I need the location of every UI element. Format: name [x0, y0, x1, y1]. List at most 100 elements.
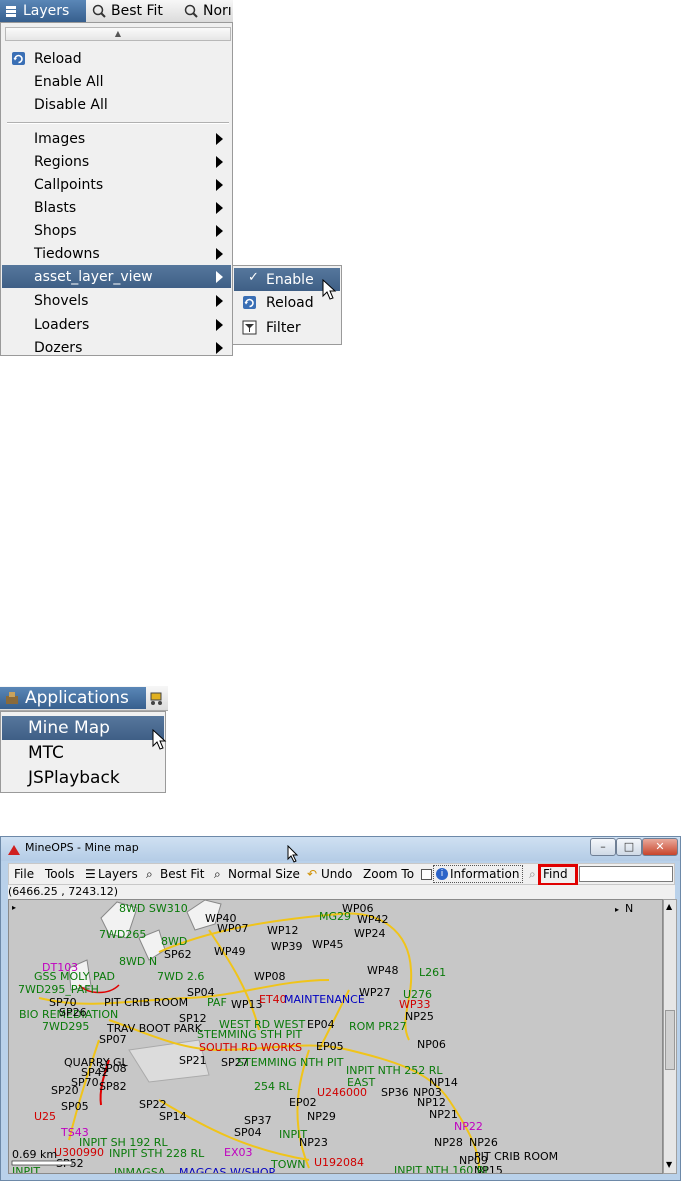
- map-label[interactable]: ET40: [259, 993, 287, 1006]
- map-vertical-scrollbar[interactable]: ▲ ▼: [663, 899, 677, 1174]
- map-label[interactable]: WP39: [271, 940, 303, 953]
- map-label[interactable]: EP04: [307, 1018, 335, 1031]
- window-titlebar[interactable]: MineOPS - Mine map – □ ✕: [1, 837, 680, 861]
- map-label[interactable]: 8WD: [161, 935, 187, 948]
- menu-item-mtc[interactable]: MTC: [2, 741, 164, 765]
- submenu-item-filter[interactable]: Filter: [234, 316, 340, 339]
- normal-size-button[interactable]: Norı: [180, 0, 236, 22]
- menu-item-shops[interactable]: Shops: [2, 219, 231, 242]
- close-button[interactable]: ✕: [642, 838, 678, 856]
- map-label[interactable]: STEMMING STH PIT: [197, 1028, 302, 1041]
- information-checkbox[interactable]: [421, 869, 432, 880]
- map-label[interactable]: NP26: [469, 1136, 498, 1149]
- undo-button[interactable]: Undo: [321, 867, 352, 881]
- map-label[interactable]: WP07: [217, 922, 249, 935]
- best-fit-button[interactable]: Best Fit: [88, 0, 167, 22]
- map-label[interactable]: GSS MOLY PAD: [34, 970, 115, 983]
- menu-item-enable-all[interactable]: Enable All: [2, 70, 231, 93]
- menu-item-dozers[interactable]: Dozers: [2, 336, 231, 359]
- dozer-icon[interactable]: [148, 690, 166, 710]
- map-label[interactable]: WP08: [254, 970, 286, 983]
- map-label[interactable]: NP28: [434, 1136, 463, 1149]
- best-fit-button[interactable]: Best Fit: [160, 867, 204, 881]
- map-label[interactable]: MAINTENANCE: [284, 993, 365, 1006]
- map-label[interactable]: 8WD N: [119, 955, 157, 968]
- map-label[interactable]: 254 RL: [254, 1080, 293, 1093]
- map-label[interactable]: WP42: [357, 913, 389, 926]
- menu-item-disable-all[interactable]: Disable All: [2, 93, 231, 116]
- map-label[interactable]: 7WD265: [99, 928, 146, 941]
- map-label[interactable]: SP36: [381, 1086, 409, 1099]
- menu-item-images[interactable]: Images: [2, 127, 231, 150]
- scrollbar-thumb[interactable]: [665, 1010, 675, 1070]
- map-label[interactable]: SP04: [234, 1126, 262, 1139]
- map-label[interactable]: EX03: [224, 1146, 252, 1159]
- map-label[interactable]: PAF: [207, 996, 227, 1009]
- map-label[interactable]: INPIT NTH 160 RL: [394, 1164, 491, 1174]
- map-label[interactable]: SP14: [159, 1110, 187, 1123]
- menu-item-blasts[interactable]: Blasts: [2, 196, 231, 219]
- map-label[interactable]: SOUTH RD WORKS: [199, 1041, 302, 1054]
- map-label[interactable]: INPIT STH 228 RL: [109, 1147, 205, 1160]
- find-input[interactable]: [579, 866, 673, 882]
- map-label[interactable]: 8WD SW310: [119, 902, 188, 915]
- menu-item-shovels[interactable]: Shovels: [2, 289, 231, 312]
- zoom-to-button[interactable]: Zoom To: [363, 867, 414, 881]
- menu-scroll-up-arrow[interactable]: ▲: [5, 27, 231, 41]
- map-label[interactable]: U25: [34, 1110, 56, 1123]
- mine-map-canvas[interactable]: 8WD SW310 WP40 WP07 WP12 MG29 WP06 WP42 7WD265 8…: [8, 899, 663, 1174]
- scroll-up-arrow[interactable]: ▲: [666, 902, 672, 911]
- menu-tools[interactable]: Tools: [45, 867, 75, 881]
- map-label[interactable]: 7WD295: [42, 1020, 89, 1033]
- menu-item-loaders[interactable]: Loaders: [2, 313, 231, 336]
- menu-item-asset-layer-view[interactable]: asset_layer_view: [2, 265, 231, 288]
- map-label[interactable]: SP62: [164, 948, 192, 961]
- map-label[interactable]: NP06: [417, 1038, 446, 1051]
- map-label[interactable]: U192084: [314, 1156, 364, 1169]
- map-label[interactable]: WP13: [231, 998, 263, 1011]
- menu-layers[interactable]: Layers: [98, 867, 138, 881]
- menu-item-jsplayback[interactable]: JSPlayback: [2, 766, 164, 790]
- map-label[interactable]: NP22: [454, 1120, 483, 1133]
- map-label[interactable]: SP20: [51, 1084, 79, 1097]
- map-label[interactable]: INPIT: [279, 1128, 307, 1141]
- menu-item-callpoints[interactable]: Callpoints: [2, 173, 231, 196]
- map-label[interactable]: EP05: [316, 1040, 344, 1053]
- map-label[interactable]: NP14: [429, 1076, 458, 1089]
- maximize-button[interactable]: □: [616, 838, 642, 856]
- map-label[interactable]: INPIT: [12, 1165, 40, 1174]
- map-label[interactable]: SP05: [61, 1100, 89, 1113]
- normal-size-button[interactable]: Normal Size: [228, 867, 300, 881]
- map-label[interactable]: WP48: [367, 964, 399, 977]
- menu-item-reload[interactable]: Reload: [2, 47, 231, 70]
- menu-file[interactable]: File: [14, 867, 34, 881]
- map-label[interactable]: MAGCAS W/SHOP: [179, 1166, 276, 1174]
- menu-item-tiedowns[interactable]: Tiedowns: [2, 242, 231, 265]
- map-label[interactable]: WP49: [214, 945, 246, 958]
- menu-item-regions[interactable]: Regions: [2, 150, 231, 173]
- map-label[interactable]: U246000: [317, 1086, 367, 1099]
- minimize-button[interactable]: –: [590, 838, 616, 856]
- map-label[interactable]: L261: [419, 966, 446, 979]
- map-label[interactable]: SP26: [59, 1006, 87, 1019]
- map-label[interactable]: ROM PR27: [349, 1020, 407, 1033]
- map-label[interactable]: WP27: [359, 986, 391, 999]
- map-label[interactable]: SP21: [179, 1054, 207, 1067]
- map-label[interactable]: NP25: [405, 1010, 434, 1023]
- applications-button[interactable]: Applications: [0, 687, 146, 709]
- scroll-down-arrow[interactable]: ▼: [666, 1160, 672, 1169]
- map-label[interactable]: TOWN: [270, 1158, 305, 1171]
- map-label[interactable]: INMAGSA: [114, 1166, 166, 1174]
- map-label[interactable]: SP07: [99, 1033, 127, 1046]
- map-label[interactable]: STEMMING NTH PIT: [237, 1056, 344, 1069]
- map-label[interactable]: WP12: [267, 924, 299, 937]
- information-button[interactable]: i Information: [433, 865, 523, 883]
- map-label[interactable]: NP29: [307, 1110, 336, 1123]
- map-label[interactable]: 7WD 2.6: [157, 970, 204, 983]
- menu-item-mine-map[interactable]: Mine Map: [2, 716, 164, 740]
- map-label[interactable]: SP82: [99, 1080, 127, 1093]
- layers-tab-button[interactable]: Layers: [0, 0, 86, 22]
- map-label[interactable]: 7WD295_PAFH: [18, 983, 99, 996]
- map-label[interactable]: WP24: [354, 927, 386, 940]
- map-label[interactable]: EP02: [289, 1096, 317, 1109]
